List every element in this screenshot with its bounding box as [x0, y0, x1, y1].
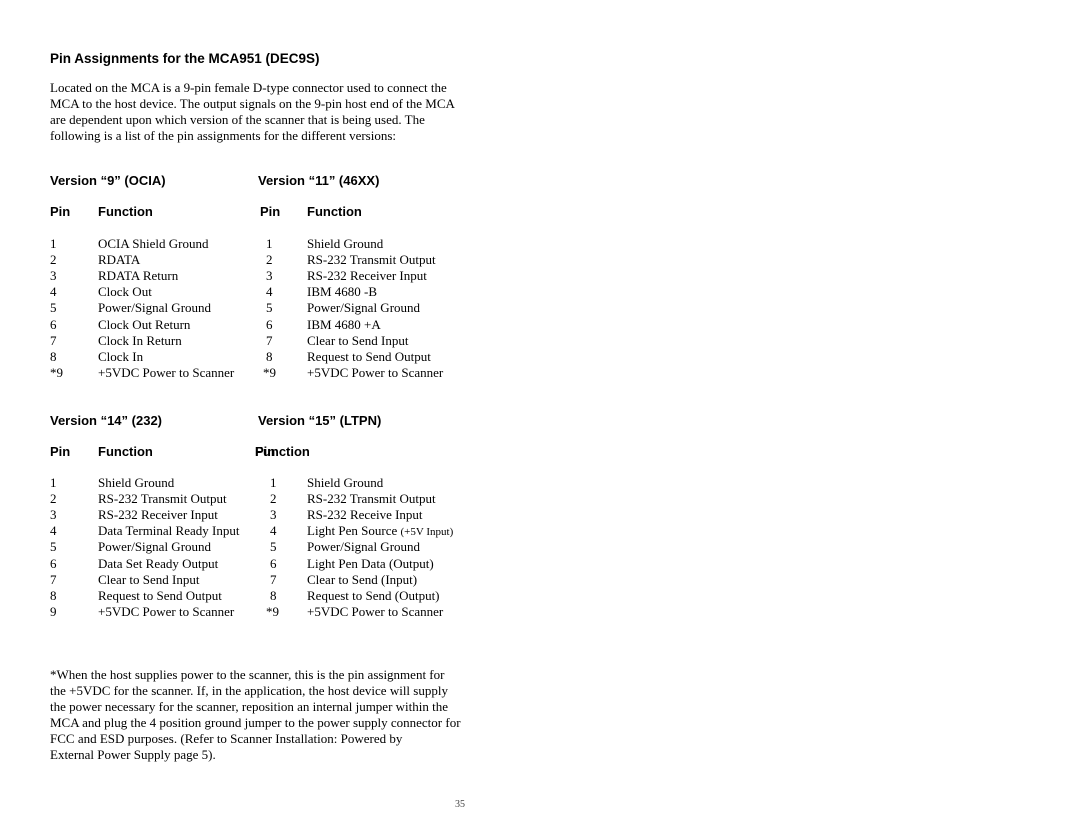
pin-function: Light Pen Data (Output)	[307, 555, 434, 571]
pin-function: Clear to Send (Input)	[307, 571, 418, 587]
pin-number: 3	[50, 507, 57, 523]
pin-function: +5VDC Power to Scanner	[98, 364, 235, 380]
pin-number: 1	[50, 236, 57, 251]
footnote-line: External Power Supply page 5).	[50, 747, 216, 763]
pin-function: +5VDC Power to Scanner	[98, 603, 235, 619]
pin-function-note: (+5V Input)	[400, 526, 454, 539]
pin-function: Data Terminal Ready Input	[98, 523, 240, 539]
pin-function: Request to Send Output	[307, 348, 431, 364]
pin-function: Shield Ground	[307, 236, 384, 251]
pin-number: 2	[270, 491, 277, 507]
pin-function: RS-232 Receive Input	[307, 507, 423, 523]
pin-column-header: Pin	[260, 204, 281, 219]
intro-paragraph: Located on the MCA is a 9-pin female D-t…	[50, 80, 480, 144]
pin-number: 1	[50, 475, 57, 490]
pin-function: +5VDC Power to Scanner	[307, 603, 444, 619]
pin-column-header: Pin	[50, 444, 71, 459]
function-column-header: Function	[98, 444, 153, 459]
pin-function: Light Pen Source (+5V Input)	[307, 523, 454, 539]
pin-number: 7	[270, 571, 277, 587]
pin-number: 5	[50, 300, 57, 316]
pin-number: 3	[50, 268, 57, 284]
pin-function: RS-232 Receiver Input	[307, 268, 427, 284]
pin-function: IBM 4680 -B	[307, 284, 378, 300]
pin-column-header: Pin	[50, 204, 71, 219]
pin-function: Clock Out	[98, 284, 152, 300]
page-number: 35	[455, 799, 465, 810]
footnote-line: FCC and ESD purposes. (Refer to Scanner …	[50, 731, 403, 747]
table-heading: Version “14” (232)	[50, 413, 162, 428]
footnote-line: *When the host supplies power to the sca…	[50, 667, 445, 682]
pin-number: 6	[50, 555, 57, 571]
document-page: Pin Assignments for the MCA951 (DEC9S) L…	[0, 0, 1080, 834]
table-heading: Version “15” (LTPN)	[258, 413, 382, 428]
pin-function: Request to Send Output	[98, 587, 222, 603]
pin-number: 2	[50, 252, 57, 268]
table-heading: Version “11” (46XX)	[258, 173, 380, 188]
function-column-header: Function	[255, 444, 310, 459]
pin-number: *9	[266, 603, 279, 619]
pin-number: 9	[50, 603, 57, 619]
pin-number: 4	[50, 523, 57, 539]
pin-function: Shield Ground	[307, 475, 384, 490]
pin-function: Clock In Return	[98, 332, 182, 348]
footnote-line: the power necessary for the scanner, rep…	[50, 699, 449, 715]
pin-number: 6	[50, 316, 57, 332]
pin-number: 8	[50, 348, 57, 364]
pin-number: 4	[270, 523, 277, 539]
pin-function: Power/Signal Ground	[98, 300, 212, 316]
pin-function: OCIA Shield Ground	[98, 236, 209, 251]
pin-number: 8	[50, 587, 57, 603]
pin-number: *9	[50, 364, 63, 380]
pin-number: 6	[270, 555, 277, 571]
pin-number: 7	[266, 332, 273, 348]
intro-line: MCA to the host device. The output signa…	[50, 96, 455, 112]
pin-number: 3	[270, 507, 277, 523]
pin-function: Shield Ground	[98, 475, 175, 490]
pin-function: Request to Send (Output)	[307, 587, 440, 603]
pin-function: Clear to Send Input	[98, 571, 200, 587]
pin-number: 1	[270, 475, 277, 490]
pin-function: Clear to Send Input	[307, 332, 409, 348]
pin-function: RDATA Return	[98, 268, 179, 284]
footnote-line: the +5VDC for the scanner. If, in the ap…	[50, 683, 448, 699]
pin-function: RS-232 Transmit Output	[307, 491, 436, 507]
footnote-paragraph: *When the host supplies power to the sca…	[50, 667, 480, 764]
pin-function: Clock Out Return	[98, 316, 191, 332]
pin-number: 7	[50, 332, 57, 348]
intro-line: following is a list of the pin assignmen…	[50, 128, 397, 144]
pin-function: Data Set Ready Output	[98, 555, 219, 571]
pin-number: 5	[50, 539, 57, 555]
pin-number: 4	[266, 284, 273, 300]
pin-number: 1	[266, 236, 273, 251]
pin-number: 5	[270, 539, 277, 555]
pin-function: RS-232 Receiver Input	[98, 507, 218, 523]
pin-function: Power/Signal Ground	[307, 300, 421, 316]
pin-number: 2	[266, 252, 273, 268]
pin-number: 6	[266, 316, 273, 332]
function-column-header: Function	[307, 204, 362, 219]
pin-number: 8	[270, 587, 277, 603]
pin-function: RS-232 Transmit Output	[98, 491, 227, 507]
pin-function: Clock In	[98, 348, 144, 364]
pin-function: Power/Signal Ground	[307, 539, 421, 555]
page-title: Pin Assignments for the MCA951 (DEC9S)	[50, 51, 320, 66]
pin-number: 5	[266, 300, 273, 316]
pin-function: IBM 4680 +A	[307, 316, 381, 332]
pin-number: 2	[50, 491, 57, 507]
pin-function: Power/Signal Ground	[98, 539, 212, 555]
pin-number: 3	[266, 268, 273, 284]
intro-line: Located on the MCA is a 9-pin female D-t…	[50, 80, 447, 95]
pin-function: +5VDC Power to Scanner	[307, 364, 444, 380]
intro-line: are dependent upon which version of the …	[50, 112, 425, 128]
pin-function: RDATA	[98, 252, 141, 268]
pin-number: 8	[266, 348, 273, 364]
pin-number: 7	[50, 571, 57, 587]
pin-function: RS-232 Transmit Output	[307, 252, 436, 268]
pin-number: *9	[263, 364, 276, 380]
function-column-header: Function	[98, 204, 153, 219]
pin-number: 4	[50, 284, 57, 300]
footnote-line: MCA and plug the 4 position ground jumpe…	[50, 715, 461, 731]
table-heading: Version “9” (OCIA)	[50, 173, 166, 188]
